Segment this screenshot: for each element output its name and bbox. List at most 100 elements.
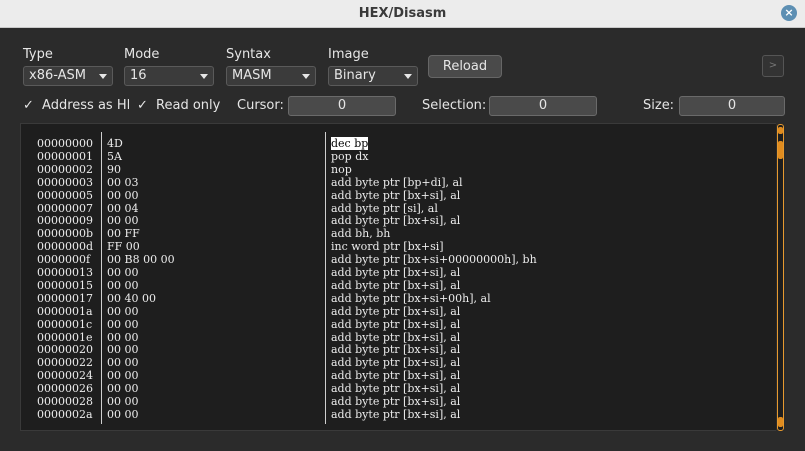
listing-row[interactable]: 00000017 00 40 00 add byte ptr [bx+si+00h]… [21, 292, 771, 305]
listing-row[interactable]: 00000002 90 nop [21, 163, 771, 176]
hex-bytes-cell: 00 40 00 [107, 291, 156, 305]
scroll-up-handle[interactable] [778, 127, 783, 134]
hex-bytes-cell: 00 00 [107, 395, 139, 408]
listing-row[interactable]: 0000000b 00 FF add bh, bh [21, 227, 771, 240]
address-cell: 00000007 [37, 201, 93, 215]
hex-bytes-cell: 00 FF [107, 227, 140, 241]
listing-row[interactable]: 00000000 4D dec bp [21, 137, 771, 150]
instruction-cell: dec bp [331, 137, 369, 150]
scrollbar-thumb[interactable] [777, 124, 784, 431]
reload-button[interactable]: Reload [428, 55, 502, 78]
hex-bytes-cell: 00 00 [107, 343, 139, 357]
hex-bytes-cell: 90 [107, 162, 121, 176]
hex-bytes-cell: 00 00 [107, 356, 139, 370]
hex-bytes-cell: 00 03 [107, 175, 139, 189]
listing-row[interactable]: 0000001c 00 00 add byte ptr [bx+si], al [21, 318, 771, 331]
address-cell: 00000003 [37, 175, 93, 189]
image-label: Image [328, 47, 369, 62]
instruction-cell: add byte ptr [bx+si], al [331, 407, 461, 421]
address-cell: 0000002a [37, 407, 93, 421]
size-field[interactable]: 0 [679, 96, 785, 116]
address-cell: 00000028 [37, 395, 93, 408]
hex-bytes-cell: 00 00 [107, 304, 139, 318]
listing-row[interactable]: 00000013 00 00 add byte ptr [bx+si], al [21, 266, 771, 279]
address-cell: 0000001e [37, 330, 93, 344]
type-select-value: x86-ASM [29, 68, 87, 83]
mode-select[interactable]: 16 [124, 66, 214, 86]
listing-row[interactable]: 00000003 00 03 add byte ptr [bp+di], al [21, 176, 771, 189]
address-cell: 00000022 [37, 356, 93, 370]
listing-row[interactable]: 00000005 00 00 add byte ptr [bx+si], al [21, 189, 771, 202]
address-cell: 00000026 [37, 382, 93, 396]
hex-bytes-cell: 4D [107, 137, 123, 150]
listing-row[interactable]: 00000022 00 00 add byte ptr [bx+si], al [21, 356, 771, 369]
mode-select-value: 16 [130, 68, 147, 83]
listing-row[interactable]: 0000000d FF 00 inc word ptr [bx+si] [21, 240, 771, 253]
address-cell: 00000001 [37, 149, 93, 163]
selection-field[interactable]: 0 [489, 96, 597, 116]
instruction-cell: pop dx [331, 149, 369, 163]
instruction-cell: add byte ptr [bx+si], al [331, 214, 461, 228]
address-cell: 00000020 [37, 343, 93, 357]
instruction-cell: add byte ptr [bp+di], al [331, 175, 463, 189]
instruction-cell: add byte ptr [bx+si], al [331, 395, 461, 408]
instruction-cell: add byte ptr [bx+si+00000000h], bh [331, 253, 537, 267]
read-only-checkbox[interactable]: ✓ Read only [137, 98, 220, 113]
disasm-listing[interactable]: 00000000 4D dec bp 00000001 5A pop dx 00000002… [20, 123, 786, 431]
instruction-cell: add byte ptr [bx+si], al [331, 278, 461, 292]
image-select[interactable]: Binary [328, 66, 418, 86]
listing-row[interactable]: 00000001 5A pop dx [21, 150, 771, 163]
address-cell: 0000000d [37, 240, 94, 254]
check-icon: ✓ [23, 98, 34, 113]
listing-row[interactable]: 0000000f 00 B8 00 00 add byte ptr [bx+si+0… [21, 253, 771, 266]
instruction-cell: add byte ptr [bx+si+00h], al [331, 291, 491, 305]
instruction-cell: add byte ptr [bx+si], al [331, 304, 461, 318]
address-cell: 00000000 [37, 137, 93, 150]
hex-bytes-cell: 00 00 [107, 278, 139, 292]
image-select-value: Binary [334, 68, 376, 83]
hex-bytes-cell: 00 00 [107, 407, 139, 421]
listing-row[interactable]: 00000007 00 04 add byte ptr [si], al [21, 202, 771, 215]
listing-row[interactable]: 0000001e 00 00 add byte ptr [bx+si], al [21, 331, 771, 344]
address-cell: 00000013 [37, 266, 93, 279]
hex-bytes-cell: 5A [107, 149, 122, 163]
listing-row[interactable]: 00000024 00 00 add byte ptr [bx+si], al [21, 369, 771, 382]
chevron-down-icon [99, 74, 107, 79]
address-cell: 00000002 [37, 162, 93, 176]
type-select[interactable]: x86-ASM [23, 66, 113, 86]
title-bar: HEX/Disasm × [0, 0, 805, 28]
read-only-label: Read only [156, 98, 221, 113]
listing-row[interactable]: 00000009 00 00 add byte ptr [bx+si], al [21, 214, 771, 227]
address-as-hex-checkbox[interactable]: ✓ Address as HEX [23, 98, 129, 113]
syntax-select-value: MASM [232, 68, 272, 83]
scroll-down-handle[interactable] [778, 417, 783, 427]
instruction-cell: add byte ptr [bx+si], al [331, 188, 461, 202]
listing-row[interactable]: 0000002a 00 00 add byte ptr [bx+si], al [21, 408, 771, 421]
listing-row[interactable]: 0000001a 00 00 add byte ptr [bx+si], al [21, 305, 771, 318]
listing-row[interactable]: 00000026 00 00 add byte ptr [bx+si], al [21, 382, 771, 395]
instruction-cell: inc word ptr [bx+si] [331, 240, 444, 254]
syntax-select[interactable]: MASM [226, 66, 316, 86]
selection-label: Selection: [422, 98, 487, 113]
forward-button[interactable]: > [762, 55, 784, 77]
size-label: Size: [643, 98, 675, 113]
check-icon: ✓ [137, 98, 148, 113]
address-cell: 00000024 [37, 369, 93, 383]
listing-row[interactable]: 00000015 00 00 add byte ptr [bx+si], al [21, 279, 771, 292]
listing-row[interactable]: 00000028 00 00 add byte ptr [bx+si], al [21, 395, 771, 408]
instruction-cell: add byte ptr [bx+si], al [331, 356, 461, 370]
instruction-cell: add byte ptr [si], al [331, 201, 438, 215]
address-cell: 0000001c [37, 317, 93, 331]
listing-row[interactable]: 00000020 00 00 add byte ptr [bx+si], al [21, 343, 771, 356]
scroll-position-handle[interactable] [778, 141, 783, 159]
cursor-label: Cursor: [237, 98, 284, 113]
cursor-field[interactable]: 0 [288, 96, 396, 116]
address-cell: 0000001a [37, 304, 93, 318]
hex-bytes-cell: FF 00 [107, 240, 140, 254]
hex-bytes-cell: 00 00 [107, 330, 139, 344]
hex-bytes-cell: 00 00 [107, 188, 139, 202]
hex-bytes-cell: 00 00 [107, 369, 139, 383]
instruction-cell: add bh, bh [331, 227, 391, 241]
close-icon[interactable]: × [781, 5, 797, 21]
type-label: Type [23, 47, 53, 62]
